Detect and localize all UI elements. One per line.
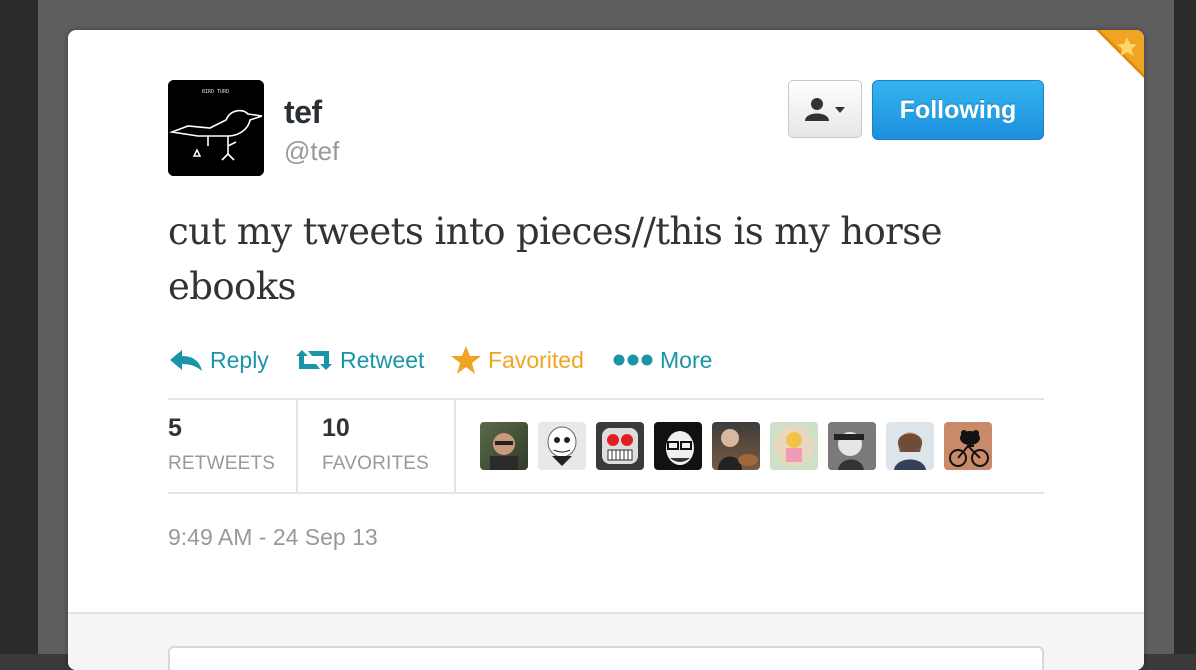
user-avatar-9[interactable] [944,422,992,470]
user-avatar-image [490,433,518,470]
user-avatar-image [547,426,577,466]
user-avatar-image [602,428,638,464]
svg-text:BIRD TURD: BIRD TURD [202,89,229,95]
window-edge-left [0,0,38,654]
tweet-card: BIRD TURD tef @tef Following cut my twee… [68,30,1144,670]
following-button[interactable]: Following [872,80,1044,140]
tweet-text: cut my tweets into pieces//this is my ho… [168,210,943,308]
user-actions-dropdown-button[interactable] [788,80,862,138]
window-edge-right [1174,0,1196,654]
user-avatar-image [894,432,926,470]
stats-bottom-divider [168,492,1044,494]
favorited-corner-badge-icon [1096,30,1144,78]
user-avatar-4[interactable] [654,422,702,470]
reply-action[interactable]: Reply [168,340,269,380]
author-screen-name[interactable]: @tef [284,136,339,167]
reply-label: Reply [210,346,269,373]
user-avatar-image [666,431,694,465]
user-avatar-image [718,429,758,470]
more-dots-icon [613,354,653,366]
user-avatar-5[interactable] [712,422,760,470]
favorite-label: Favorited [488,346,584,373]
stats-top-divider [168,398,1044,400]
favorites-label: FAVORITES [322,453,430,474]
user-avatar-7[interactable] [828,422,876,470]
more-action[interactable]: More [612,340,712,380]
retweet-label: Retweet [340,346,425,373]
tweet-timestamp[interactable]: 9:49 AM - 24 Sep 13 [168,524,378,551]
reply-input[interactable] [168,646,1044,670]
user-avatar-1[interactable] [480,422,528,470]
retweet-icon [296,350,332,370]
user-avatar-image [774,426,814,466]
user-avatar-8[interactable] [886,422,934,470]
retweet-action[interactable]: Retweet [294,340,424,380]
user-avatar-6[interactable] [770,422,818,470]
retweets-count: 5 [168,414,182,442]
user-avatar-image [828,422,876,470]
favorites-stat[interactable]: 10 FAVORITES [322,414,429,475]
reply-icon [170,350,202,371]
favorite-action[interactable]: Favorited [450,340,584,380]
reply-footer [68,612,1144,670]
user-avatar-2[interactable] [538,422,586,470]
favorites-count: 10 [322,414,350,442]
person-dropdown-icon [805,98,845,121]
more-label: More [660,346,713,373]
author-display-name[interactable]: tef [284,94,322,131]
stats-separator [454,400,456,492]
star-icon [451,346,481,374]
retweets-label: RETWEETS [168,453,276,474]
author-avatar[interactable]: BIRD TURD [168,80,264,176]
user-avatar-image [949,430,989,467]
user-avatar-3[interactable] [596,422,644,470]
bird-drawing-image: BIRD TURD [168,80,264,176]
stats-separator [296,400,298,492]
retweets-stat[interactable]: 5 RETWEETS [168,414,275,475]
